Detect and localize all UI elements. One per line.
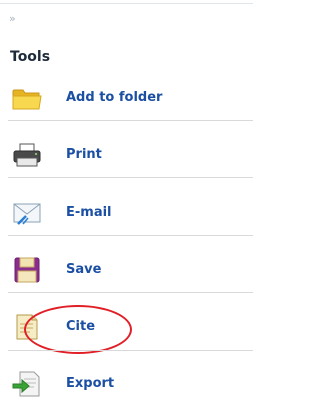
export-label: Export [66, 376, 115, 391]
save-button[interactable]: Save [8, 243, 253, 299]
printer-icon [12, 142, 42, 168]
item-divider [8, 235, 253, 236]
cite-icon [12, 314, 42, 340]
top-divider [0, 3, 253, 4]
save-label: Save [66, 262, 102, 277]
cite-button[interactable]: Cite [8, 300, 253, 356]
item-divider [8, 177, 253, 178]
add-to-folder-button[interactable]: Add to folder [8, 71, 253, 127]
collapse-arrows-icon[interactable]: » [9, 13, 16, 25]
item-divider [8, 292, 253, 293]
tools-panel: » Tools Add to folder Print E-mail Save … [0, 0, 253, 409]
item-divider [8, 350, 253, 351]
item-divider [8, 120, 253, 121]
print-button[interactable]: Print [8, 128, 253, 184]
folder-icon [12, 85, 42, 111]
print-label: Print [66, 147, 102, 162]
save-icon [12, 257, 42, 283]
export-button[interactable]: Export [8, 357, 253, 413]
cite-label: Cite [66, 319, 96, 334]
add-to-folder-label: Add to folder [66, 90, 163, 105]
tools-heading: Tools [10, 49, 51, 65]
export-icon [12, 371, 42, 397]
email-label: E-mail [66, 205, 112, 220]
email-button[interactable]: E-mail [8, 186, 253, 242]
email-icon [12, 200, 42, 226]
